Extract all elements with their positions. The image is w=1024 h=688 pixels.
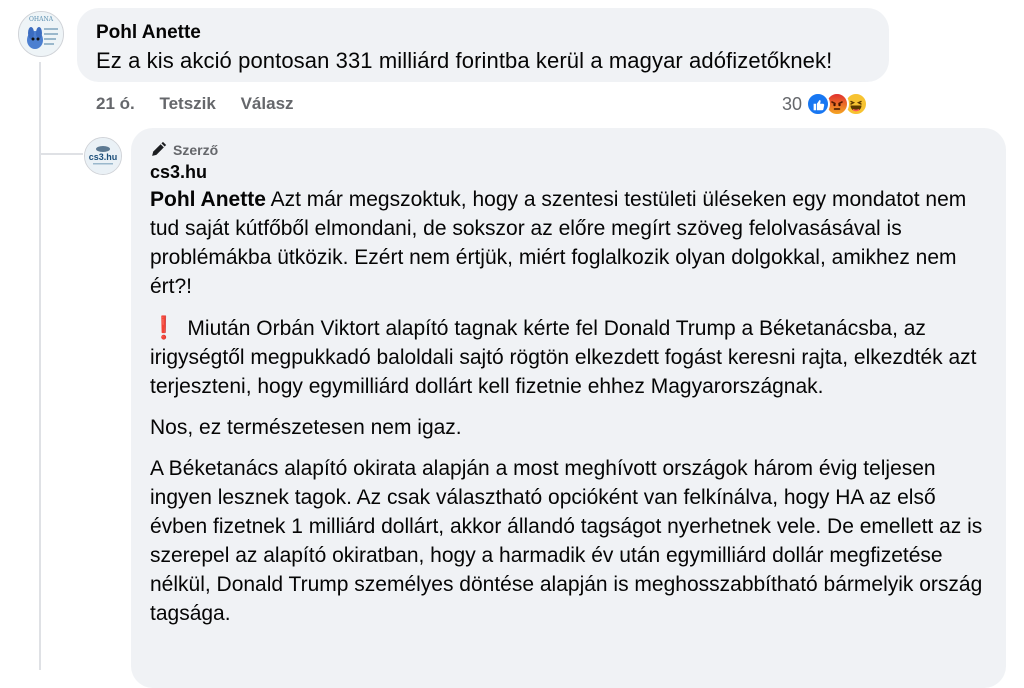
comment-timestamp[interactable]: 21 ó. (96, 94, 135, 113)
mention-link[interactable]: Pohl Anette (150, 188, 266, 211)
author-avatar[interactable]: cs3.hu (84, 137, 122, 175)
exclamation-icon: ❗ (150, 315, 178, 340)
reply-paragraph-1-text: Azt már megszoktuk, hogy a szentesi test… (150, 188, 967, 298)
reply-paragraph-4: A Béketanács alapító okirata alapján a m… (150, 457, 983, 625)
comment-text: Ez a kis akció pontosan 331 milliárd for… (96, 48, 833, 73)
reply-paragraph-2: ❗ Miután Orbán Viktort alapító tagnak kér… (150, 313, 995, 401)
avatar-logo-text: OHANA (29, 16, 54, 23)
commenter-avatar[interactable]: OHANA (18, 11, 64, 57)
pencil-icon (152, 141, 167, 156)
like-button[interactable]: Tetszik (159, 94, 215, 113)
comment-actions: 21 ó. Tetszik Válasz (96, 94, 314, 114)
comment-author-name[interactable]: Pohl Anette (96, 22, 201, 44)
thread-line-branch (39, 153, 83, 155)
avatar-brand-text: cs3.hu (89, 152, 118, 162)
comment-bubble: Pohl Anette Ez a kis akció pontosan 331 … (77, 8, 889, 82)
reply-paragraph-1: Pohl Anette Azt már megszoktuk, hogy a s… (150, 185, 995, 301)
cs3-logo-icon: cs3.hu (85, 138, 121, 174)
reply-button[interactable]: Válasz (241, 94, 294, 113)
reaction-count: 30 (782, 93, 803, 114)
author-badge-label: Szerző (173, 141, 219, 158)
author-badge: Szerző (150, 141, 995, 158)
reply-paragraph-2-text: Miután Orbán Viktort alapító tagnak kért… (150, 317, 977, 398)
like-icon (806, 92, 831, 116)
reaction-summary[interactable]: 30 (782, 92, 869, 116)
reply-paragraph-3: Nos, ez természetesen nem igaz. (150, 416, 462, 439)
avatar-image-icon: OHANA (19, 12, 63, 56)
reply-bubble: Szerző cs3.hu Pohl Anette Azt már megszo… (131, 128, 1006, 688)
reply-author-name[interactable]: cs3.hu (150, 162, 995, 183)
